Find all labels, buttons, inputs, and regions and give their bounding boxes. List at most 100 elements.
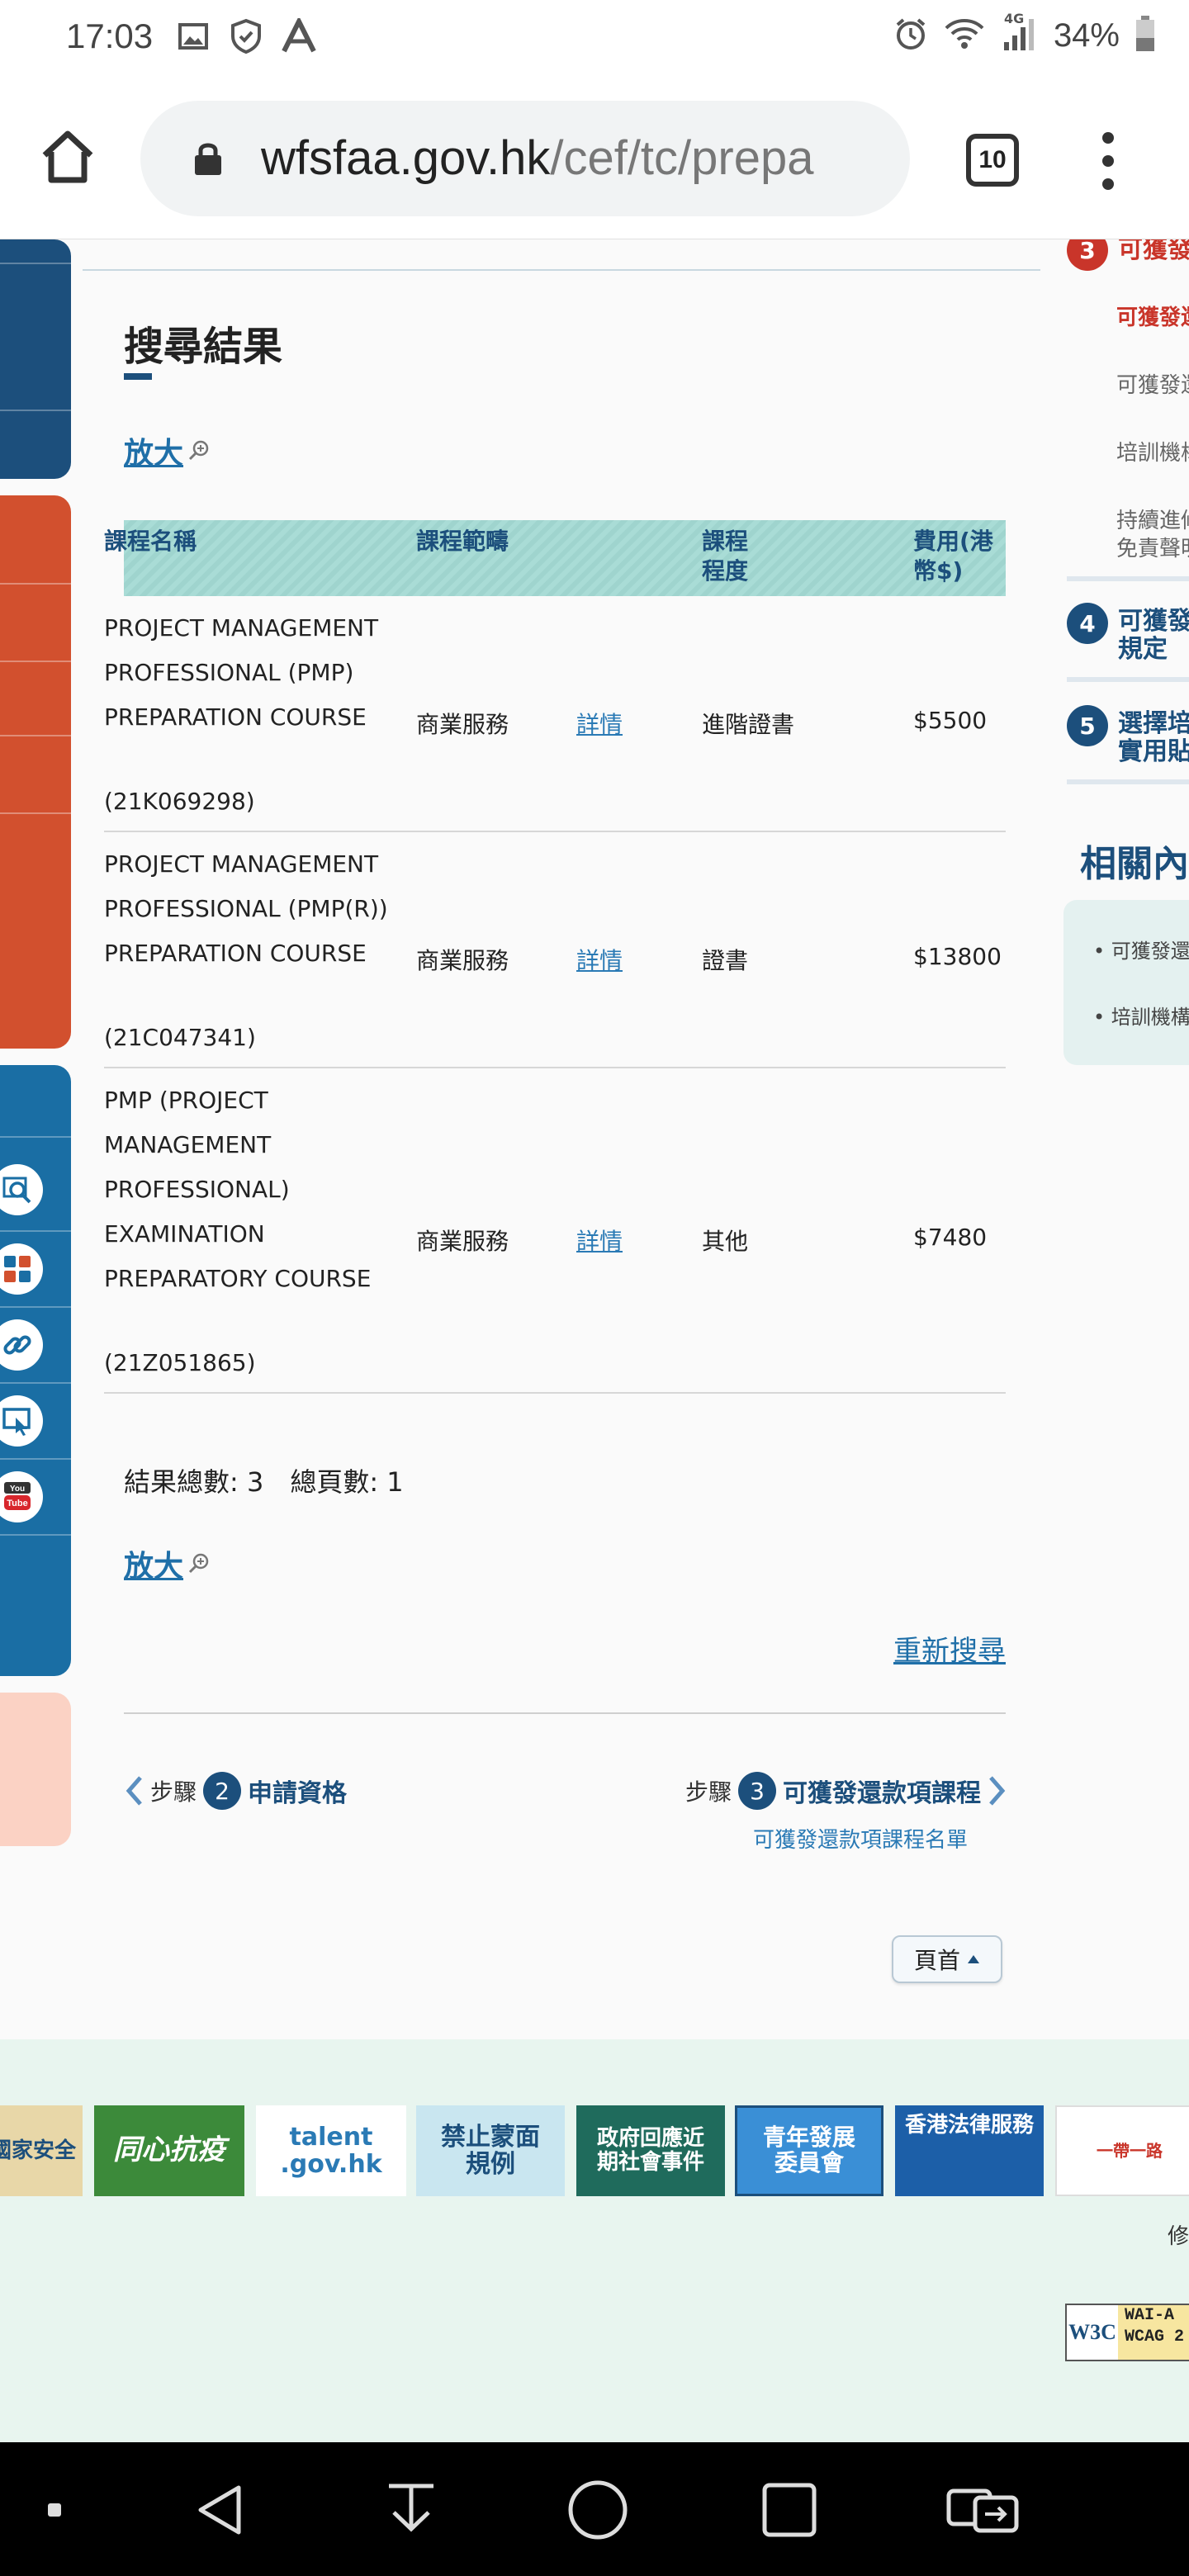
browser-toolbar: wfsfaa.gov.hk/cef/tc/prepa 10	[0, 83, 1189, 239]
table-header: 課程名稱 課程範疇 課程程度 費用(港幣$)	[104, 520, 1006, 596]
course-name-line: PROJECT MANAGEMENT	[104, 614, 379, 642]
screen-switch-button[interactable]	[941, 2475, 1024, 2545]
shield-icon	[228, 18, 264, 54]
grid-apps-icon[interactable]	[0, 1243, 43, 1295]
sidebar-subitem[interactable]: 免責聲明	[1116, 535, 1189, 563]
course-name: PROJECT MANAGEMENT PROFESSIONAL (PMP) PR…	[104, 606, 410, 740]
course-scope: 商業服務	[416, 1228, 509, 1255]
sidebar-step4-label2[interactable]: 規定	[1118, 636, 1168, 664]
banner-gov-response[interactable]: 政府回應近期社會事件	[576, 2105, 725, 2196]
course-name-line: PMP (PROJECT	[104, 1087, 268, 1114]
system-navigation-bar	[0, 2442, 1189, 2576]
footer-link[interactable]: 修	[1168, 2219, 1189, 2250]
course-name-line: PREPARATION COURSE	[104, 940, 367, 967]
screen-cursor-icon[interactable]	[0, 1395, 43, 1447]
prev-step-label: 申請資格	[248, 1779, 348, 1808]
banner-anti-epidemic[interactable]: 同心抗疫	[94, 2105, 244, 2196]
detail-link[interactable]: 詳情	[576, 1224, 623, 1257]
course-fee: $13800	[913, 943, 1002, 970]
search-icon[interactable]	[0, 1164, 43, 1215]
sidebar-step5-label2[interactable]: 實用貼	[1118, 738, 1189, 766]
course-name: PMP (PROJECT MANAGEMENT PROFESSIONAL) EX…	[104, 1078, 410, 1301]
detail-link[interactable]: 詳情	[576, 707, 623, 740]
banner-legal-services[interactable]: 香港法律服務	[895, 2105, 1044, 2196]
research-link[interactable]: 重新搜尋	[893, 1628, 1006, 1669]
link-icon[interactable]	[0, 1319, 43, 1371]
caret-up-icon	[968, 1955, 979, 1963]
browser-menu-button[interactable]	[1092, 132, 1125, 190]
sidebar-separator	[1067, 576, 1189, 581]
back-triangle-icon	[198, 2485, 241, 2535]
course-code: (21K069298)	[104, 788, 255, 815]
table-row: PMP (PROJECT MANAGEMENT PROFESSIONAL) EX…	[104, 1068, 1006, 1394]
image-icon	[175, 18, 211, 54]
zoom-link-label: 放大	[124, 437, 184, 471]
alarm-icon	[893, 17, 928, 54]
recents-button[interactable]	[755, 2475, 824, 2545]
course-level: 進階證書	[702, 711, 795, 738]
address-bar[interactable]: wfsfaa.gov.hk/cef/tc/prepa	[140, 101, 910, 216]
course-name-line: MANAGEMENT	[104, 1131, 272, 1158]
course-name-line: PROFESSIONAL)	[104, 1176, 290, 1203]
banner-national-security[interactable]: 國家安全	[0, 2105, 83, 2196]
title-underline	[124, 373, 152, 380]
breadcrumb-divider	[83, 269, 1040, 271]
sidebar-subitem[interactable]: 可獲發還	[1116, 372, 1189, 400]
sidebar-step5-label[interactable]: 選擇培	[1118, 710, 1189, 738]
status-system-icons: 4G 34%	[893, 11, 1156, 56]
next-step-link[interactable]: 步驟 3 可獲發還款項課程	[685, 1772, 1007, 1810]
svg-text:You: You	[10, 1485, 25, 1494]
w3c-logo: W3C	[1067, 2305, 1118, 2360]
th-course-name: 課程名稱	[104, 528, 197, 555]
course-name-line: EXAMINATION	[104, 1220, 265, 1248]
status-notification-icons	[175, 18, 317, 54]
back-button[interactable]	[187, 2475, 256, 2545]
table-row: PROJECT MANAGEMENT PROFESSIONAL (PMP) PR…	[104, 596, 1006, 832]
zoom-link-label: 放大	[124, 1550, 184, 1584]
course-name-line: PREPARATORY COURSE	[104, 1265, 372, 1292]
next-step-number: 3	[738, 1772, 776, 1810]
banner-youth-development[interactable]: 青年發展委員會	[735, 2105, 883, 2196]
sidebar-subitem-active[interactable]: 可獲發還	[1116, 304, 1189, 332]
sidebar-separator	[1067, 677, 1189, 682]
banner-talent[interactable]: talent .gov.hk	[256, 2105, 406, 2196]
banner-belt-road[interactable]: 一帶一路	[1055, 2105, 1189, 2196]
sidebar-step4-label[interactable]: 可獲發	[1118, 608, 1189, 636]
related-item[interactable]: • 培訓機構	[1093, 1001, 1189, 1030]
side-tab-pink[interactable]	[0, 1693, 71, 1846]
zoom-magnifier-icon	[188, 1553, 209, 1574]
sidebar-subitem[interactable]: 培訓機構	[1116, 439, 1189, 467]
home-button[interactable]	[35, 124, 101, 190]
zoom-link-bottom[interactable]: 放大	[124, 1542, 211, 1585]
tab-switcher-button[interactable]: 10	[966, 134, 1019, 187]
results-table: 課程名稱 課程範疇 課程程度 費用(港幣$) PROJECT MANAGEMEN…	[104, 520, 1006, 1394]
home-nav-button[interactable]	[563, 2475, 632, 2545]
wcag-label: WAI-A WCAG 2	[1118, 2305, 1189, 2360]
related-item[interactable]: • 可獲發還	[1093, 935, 1189, 964]
w3c-wcag-badge[interactable]: W3C WAI-A WCAG 2	[1065, 2304, 1189, 2361]
back-to-top-button[interactable]: 頁首	[892, 1935, 1002, 1983]
sidebar-step4-number: 4	[1067, 603, 1108, 644]
sidebar-subitem[interactable]: 持續進修	[1116, 507, 1189, 535]
th-course-fee: 費用(港幣$)	[913, 528, 993, 585]
results-summary: 結果總數: 3 總頁數: 1	[124, 1466, 404, 1498]
th-course-scope: 課程範疇	[416, 528, 509, 555]
course-level: 其他	[702, 1228, 749, 1255]
course-scope: 商業服務	[416, 711, 509, 738]
course-code: (21C047341)	[104, 1024, 256, 1051]
course-name-line: PROFESSIONAL (PMP(R))	[104, 895, 388, 922]
wifi-icon	[943, 17, 986, 54]
sidebar-step3-label[interactable]: 可獲發	[1118, 239, 1189, 264]
next-step-sublink[interactable]: 可獲發還款項課程名單	[753, 1823, 968, 1854]
youtube-icon[interactable]: You Tube	[0, 1471, 43, 1522]
lock-icon	[195, 143, 221, 175]
banner-anti-mask[interactable]: 禁止蒙面規例	[416, 2105, 565, 2196]
switch-screen-icon	[946, 2488, 1019, 2533]
zoom-link-top[interactable]: 放大	[124, 429, 211, 472]
download-button[interactable]	[377, 2475, 446, 2545]
detail-link[interactable]: 詳情	[576, 943, 623, 976]
side-tab-red[interactable]	[0, 495, 71, 1049]
prev-step-link[interactable]: 步驟 2 申請資格	[124, 1772, 347, 1810]
home-circle-icon	[568, 2480, 628, 2540]
side-tab-navy[interactable]	[0, 239, 71, 479]
